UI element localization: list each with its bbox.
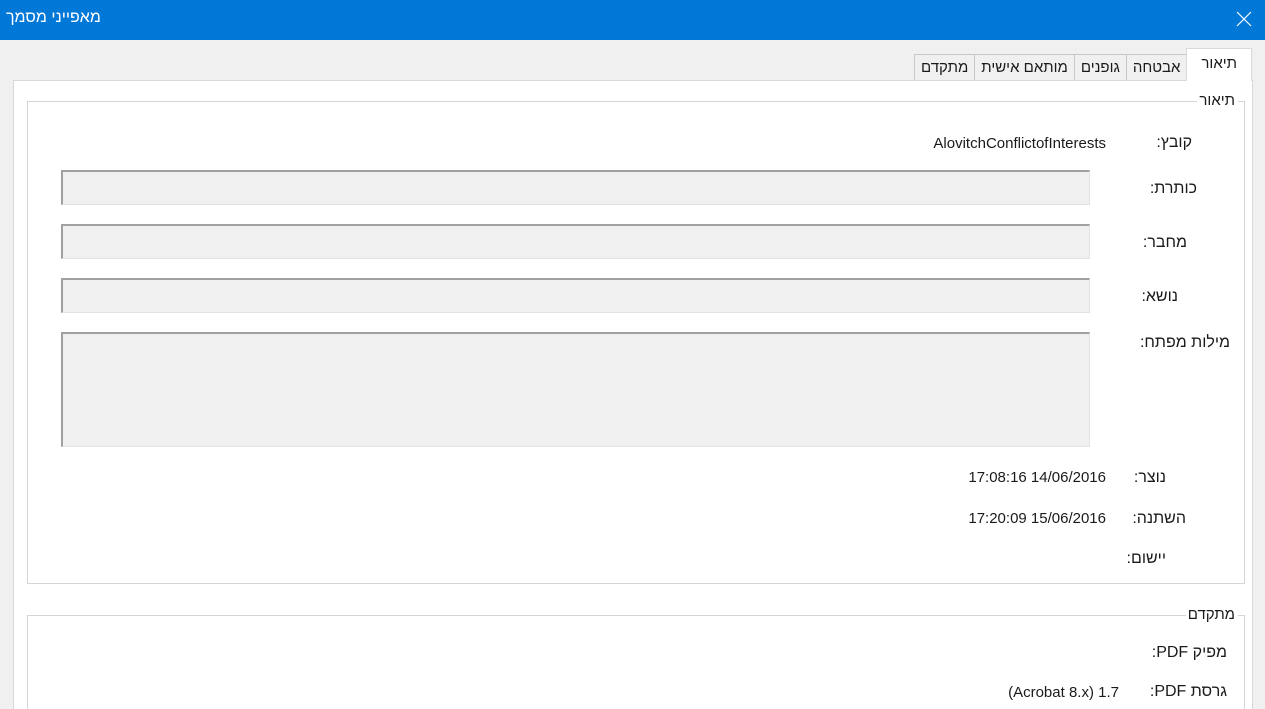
file-label: קובץ: — [1156, 134, 1192, 151]
author-label: מחבר: — [1142, 234, 1187, 251]
title-field[interactable] — [61, 170, 1090, 205]
pdf-version-value: 1.7 (Acrobat 8.x) — [1008, 684, 1119, 701]
created-label: נוצר: — [1133, 469, 1166, 486]
modified-value: 17:20:09 15/06/2016 — [968, 510, 1106, 527]
pdf-producer-label: מפיק PDF: — [1151, 644, 1227, 661]
application-label: יישום: — [1126, 550, 1166, 567]
document-properties-window: מאפייני מסמך תיאור אבטחה גופנים מותאם אי… — [0, 0, 1265, 709]
tab-strip: תיאור אבטחה גופנים מותאם אישית מתקדם — [914, 48, 1252, 81]
tab-fonts[interactable]: גופנים — [1073, 54, 1127, 81]
created-value: 17:08:16 14/06/2016 — [968, 469, 1106, 486]
subject-label: נושא: — [1141, 288, 1178, 305]
modified-label: השתנה: — [1132, 510, 1186, 527]
subject-field[interactable] — [61, 278, 1090, 313]
close-icon — [1236, 11, 1252, 27]
advanced-group: מתקדם מפיק PDF: גרסת PDF: 1.7 (Acrobat 8… — [27, 606, 1245, 709]
description-group: תיאור קובץ: AlovitchConflictofInterests … — [27, 92, 1245, 584]
description-group-legend: תיאור — [1197, 92, 1238, 109]
title-label: כותרת: — [1149, 180, 1197, 197]
close-button[interactable] — [1229, 4, 1259, 34]
tab-custom[interactable]: מותאם אישית — [974, 54, 1075, 81]
window-title: מאפייני מסמך — [6, 9, 101, 26]
author-field[interactable] — [61, 224, 1090, 259]
file-value: AlovitchConflictofInterests — [933, 135, 1106, 152]
tab-advanced[interactable]: מתקדם — [914, 54, 976, 81]
pdf-version-label: גרסת PDF: — [1149, 683, 1227, 700]
tab-description[interactable]: תיאור — [1186, 48, 1252, 81]
keywords-field[interactable] — [61, 332, 1090, 447]
tab-security[interactable]: אבטחה — [1125, 54, 1188, 81]
tab-panel-description: תיאור קובץ: AlovitchConflictofInterests … — [13, 80, 1253, 709]
title-bar: מאפייני מסמך — [0, 0, 1265, 40]
keywords-label: מילות מפתח: — [1139, 334, 1230, 351]
advanced-group-legend: מתקדם — [1185, 606, 1238, 623]
